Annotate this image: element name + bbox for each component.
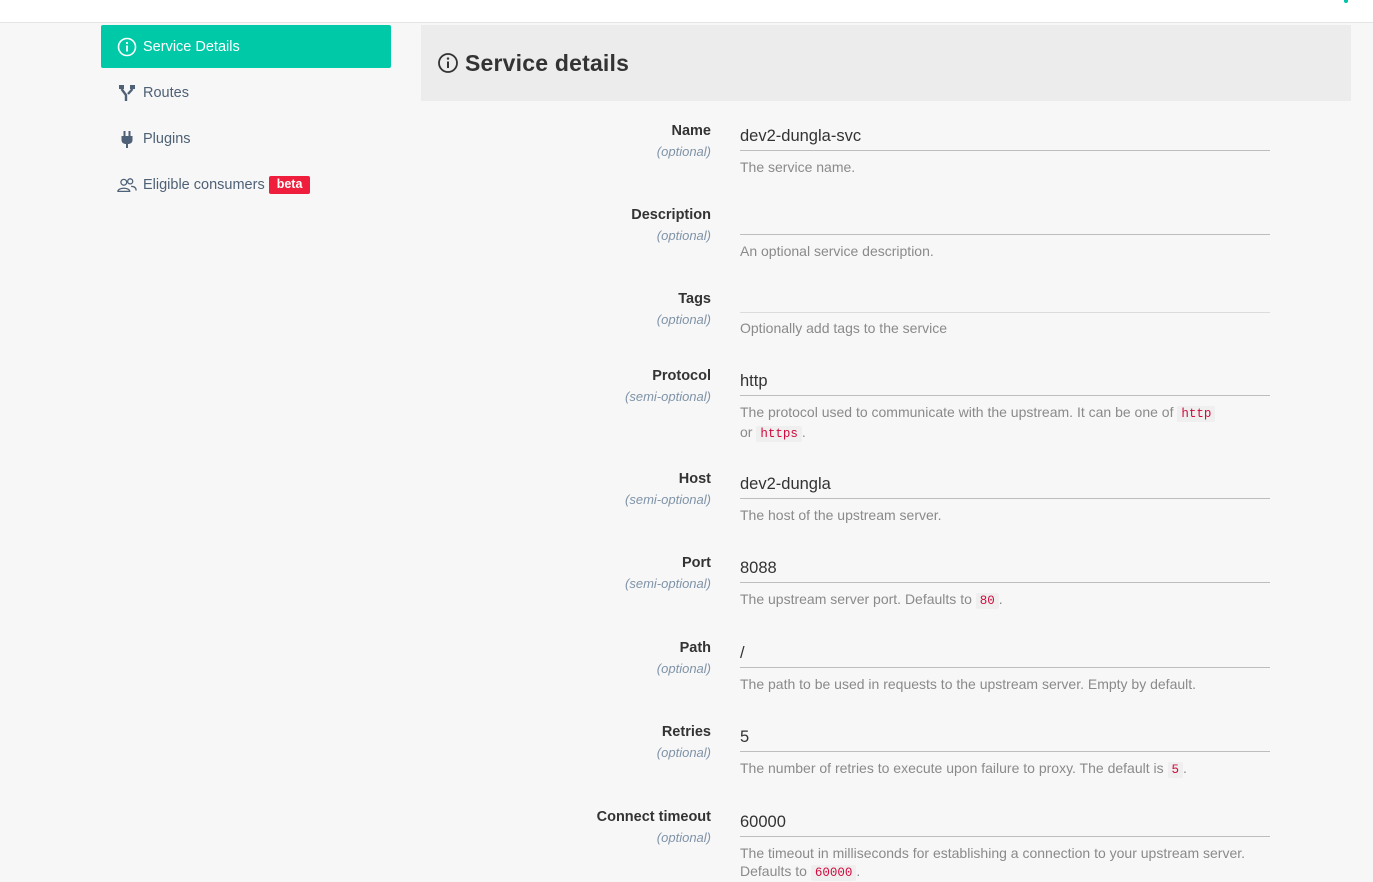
tags-input[interactable] (740, 285, 1270, 313)
field-help: An optional service description. (740, 243, 934, 259)
retries-input[interactable] (740, 724, 1270, 752)
field-label: Description (631, 207, 711, 223)
field-label: Path (679, 640, 711, 656)
menu-indicator[interactable] (1344, 0, 1348, 3)
page-title: Service details (465, 49, 630, 76)
field-help: The number of retries to execute upon fa… (740, 760, 1187, 778)
code-https: https (756, 426, 802, 442)
sidebar-item-eligible-consumers[interactable]: Eligible consumers beta (101, 164, 391, 206)
field-sub: (optional) (656, 228, 711, 243)
path-input[interactable] (740, 640, 1270, 668)
field-help: The service name. (740, 159, 856, 175)
code-default-port: 80 (975, 593, 999, 609)
field-help: The host of the upstream server. (740, 507, 942, 523)
main-panel: Service details Name (optional) The serv… (421, 25, 1351, 881)
sidebar-item-label: Eligible consumers (143, 177, 265, 193)
code-http: http (1177, 406, 1216, 422)
sidebar-item-label: Routes (143, 85, 189, 101)
top-bar (0, 0, 1373, 23)
field-help: The path to be used in requests to the u… (740, 676, 1197, 692)
field-label: Connect timeout (596, 809, 711, 825)
info-circle-icon (437, 52, 459, 74)
sidebar-item-label: Service Details (143, 38, 240, 55)
name-input[interactable] (740, 123, 1270, 151)
code-default-retries: 5 (1167, 762, 1184, 778)
field-sub: (semi-optional) (625, 576, 711, 591)
page-header: Service details (421, 25, 1351, 101)
field-label: Tags (678, 291, 711, 307)
field-help: Optionally add tags to the service (740, 320, 948, 336)
users-icon (117, 175, 137, 195)
field-sub: (optional) (656, 830, 711, 845)
field-sub: (optional) (656, 312, 711, 327)
field-sub: (semi-optional) (625, 492, 711, 507)
field-sub: (optional) (656, 661, 711, 676)
protocol-input[interactable] (740, 368, 1270, 396)
sidebar-item-routes[interactable]: Routes (101, 72, 391, 114)
field-help: The upstream server port. Defaults to 80… (740, 591, 1003, 609)
sidebar-item-label: Plugins (143, 131, 191, 147)
field-label: Retries (661, 724, 711, 740)
field-label: Name (671, 123, 712, 139)
field-label: Host (678, 471, 711, 487)
field-help: The timeout in milliseconds for establis… (740, 845, 1246, 881)
field-sub: (optional) (656, 144, 711, 159)
connect-timeout-input[interactable] (740, 809, 1270, 837)
beta-badge: beta (268, 176, 311, 194)
field-label: Protocol (652, 368, 711, 384)
field-label: Port (682, 555, 711, 571)
host-input[interactable] (740, 471, 1270, 499)
plug-icon (117, 129, 137, 149)
sidebar-item-plugins[interactable]: Plugins (101, 118, 391, 160)
field-sub: (optional) (656, 745, 711, 760)
sidebar: Service Details Routes Plugins Eligible … (101, 25, 391, 210)
description-input[interactable] (740, 207, 1270, 235)
info-circle-icon (117, 37, 137, 57)
sidebar-item-service-details[interactable]: Service Details (101, 25, 391, 68)
routes-icon (117, 83, 137, 103)
field-sub: (semi-optional) (625, 389, 711, 404)
field-help: The protocol used to communicate with th… (740, 403, 1270, 443)
port-input[interactable] (740, 555, 1270, 583)
code-default-timeout: 60000 (810, 865, 857, 881)
